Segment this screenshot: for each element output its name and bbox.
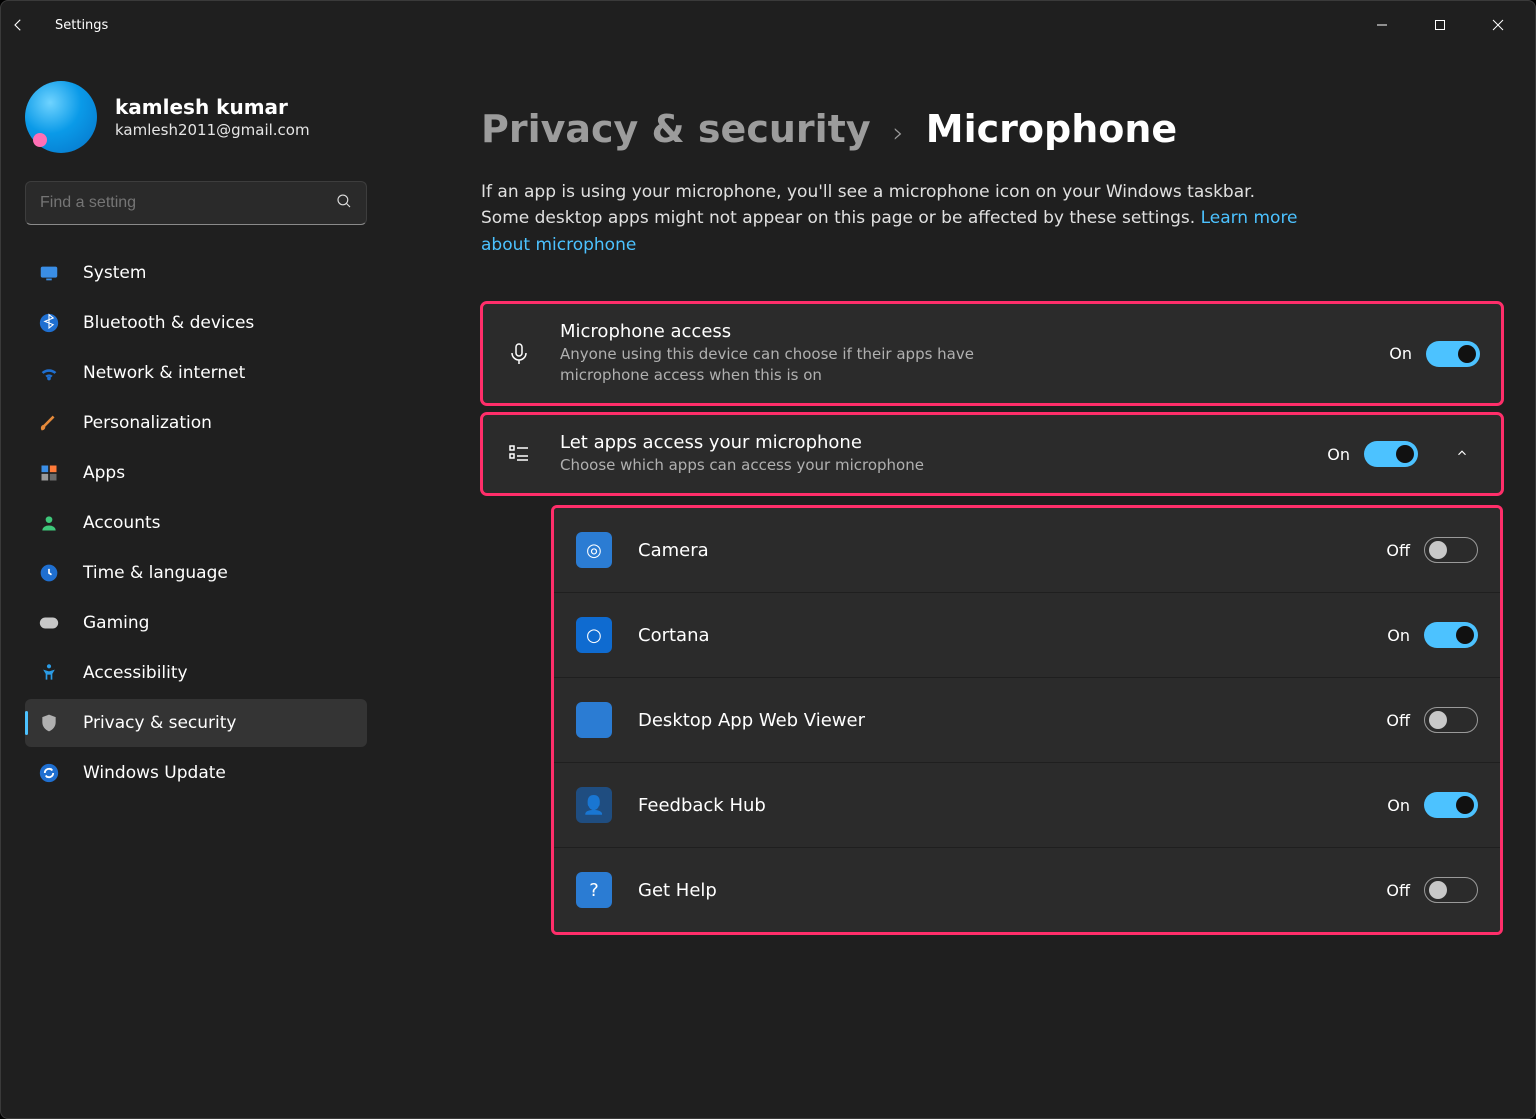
app-name: Camera [638, 540, 1360, 561]
minimize-button[interactable] [1353, 6, 1411, 44]
app-row-cortana: ○ Cortana On [554, 593, 1500, 678]
toggle-label: On [1387, 626, 1410, 645]
breadcrumb: Privacy & security › Microphone [481, 107, 1503, 151]
sidebar: kamlesh kumar kamlesh2011@gmail.com Syst… [1, 49, 391, 1118]
bluetooth-icon [37, 311, 61, 335]
search-box[interactable] [25, 181, 367, 225]
settings-cards: Microphone accessAnyone using this devic… [481, 302, 1503, 503]
settings-window: Settings kamlesh kumar kamlesh2011@gmail… [0, 0, 1536, 1119]
sidebar-item-apps[interactable]: Apps [25, 449, 367, 497]
sidebar-item-label: Accounts [83, 513, 161, 533]
app-name: Feedback Hub [638, 795, 1361, 816]
sidebar-item-personalization[interactable]: Personalization [25, 399, 367, 447]
user-profile[interactable]: kamlesh kumar kamlesh2011@gmail.com [25, 81, 367, 153]
card-subtitle: Anyone using this device can choose if t… [560, 344, 1000, 386]
sidebar-item-time-language[interactable]: Time & language [25, 549, 367, 597]
page-description: If an app is using your microphone, you'… [481, 179, 1301, 258]
brush-icon [37, 411, 61, 435]
search-input[interactable] [25, 181, 367, 225]
window-controls [1353, 6, 1527, 44]
app-row-desktop-app-web-viewer: Desktop App Web Viewer Off [554, 678, 1500, 763]
window-title: Settings [49, 18, 108, 33]
sidebar-item-accounts[interactable]: Accounts [25, 499, 367, 547]
toggle-app[interactable] [1424, 707, 1478, 733]
sidebar-item-label: Apps [83, 463, 125, 483]
sidebar-item-label: Bluetooth & devices [83, 313, 254, 333]
sidebar-item-label: Gaming [83, 613, 149, 633]
app-icon: ◎ [576, 532, 612, 568]
search-icon [335, 192, 353, 214]
sidebar-item-label: Personalization [83, 413, 212, 433]
toggle-label: Off [1386, 881, 1410, 900]
app-row-camera: ◎ Camera Off [554, 508, 1500, 593]
user-email: kamlesh2011@gmail.com [115, 121, 310, 139]
user-name: kamlesh kumar [115, 95, 310, 119]
toggle-label: On [1327, 445, 1350, 464]
refresh-icon [37, 761, 61, 785]
toggle-label: Off [1386, 541, 1410, 560]
sidebar-item-gaming[interactable]: Gaming [25, 599, 367, 647]
card-title: Let apps access your microphone [560, 432, 1301, 453]
toggle-label: On [1389, 344, 1412, 363]
titlebar: Settings [1, 1, 1535, 49]
monitor-icon [37, 261, 61, 285]
avatar [25, 81, 97, 153]
toggle-mic-access[interactable] [1426, 341, 1480, 367]
card-title: Microphone access [560, 321, 1363, 342]
sidebar-item-accessibility[interactable]: Accessibility [25, 649, 367, 697]
sidebar-item-label: Accessibility [83, 663, 188, 683]
toggle-label: Off [1386, 711, 1410, 730]
app-icon: ○ [576, 617, 612, 653]
sidebar-item-privacy-security[interactable]: Privacy & security [25, 699, 367, 747]
sidebar-item-bluetooth-devices[interactable]: Bluetooth & devices [25, 299, 367, 347]
setting-card-mic-access[interactable]: Microphone accessAnyone using this devic… [481, 302, 1503, 405]
app-icon: ? [576, 872, 612, 908]
sidebar-item-label: Windows Update [83, 763, 226, 783]
sidebar-item-label: Privacy & security [83, 713, 237, 733]
setting-card-let-apps[interactable]: Let apps access your microphoneChoose wh… [481, 413, 1503, 495]
toggle-app[interactable] [1424, 537, 1478, 563]
maximize-button[interactable] [1411, 6, 1469, 44]
shield-icon [37, 711, 61, 735]
toggle-app[interactable] [1424, 792, 1478, 818]
clock-icon [37, 561, 61, 585]
sidebar-item-network-internet[interactable]: Network & internet [25, 349, 367, 397]
chevron-up-icon[interactable] [1444, 445, 1480, 464]
card-subtitle: Choose which apps can access your microp… [560, 455, 1000, 476]
toggle-let-apps[interactable] [1364, 441, 1418, 467]
back-button[interactable] [9, 16, 49, 34]
gamepad-icon [37, 611, 61, 635]
breadcrumb-parent[interactable]: Privacy & security [481, 107, 871, 151]
wifi-icon [37, 361, 61, 385]
toggle-app[interactable] [1424, 622, 1478, 648]
sidebar-item-system[interactable]: System [25, 249, 367, 297]
app-name: Get Help [638, 880, 1360, 901]
grid-icon [37, 461, 61, 485]
person-icon [37, 511, 61, 535]
app-row-get-help: ? Get Help Off [554, 848, 1500, 932]
description-text: If an app is using your microphone, you'… [481, 182, 1255, 228]
app-name: Desktop App Web Viewer [638, 710, 1360, 731]
accessibility-icon [37, 661, 61, 685]
sidebar-item-label: Network & internet [83, 363, 245, 383]
sidebar-nav: System Bluetooth & devices Network & inter… [25, 249, 367, 797]
toggle-app[interactable] [1424, 877, 1478, 903]
app-row-feedback-hub: 👤 Feedback Hub On [554, 763, 1500, 848]
breadcrumb-current: Microphone [926, 107, 1177, 151]
app-icon: 👤 [576, 787, 612, 823]
close-button[interactable] [1469, 6, 1527, 44]
sidebar-item-label: System [83, 263, 146, 283]
main-content: Privacy & security › Microphone If an ap… [391, 49, 1535, 1118]
chevron-right-icon: › [893, 116, 904, 149]
sidebar-item-label: Time & language [83, 563, 228, 583]
toggle-label: On [1387, 796, 1410, 815]
list-icon [504, 442, 534, 466]
app-permissions-list: ◎ Camera Off ○ Cortana On Desktop App Web View… [551, 505, 1503, 935]
app-icon [576, 702, 612, 738]
sidebar-item-windows-update[interactable]: Windows Update [25, 749, 367, 797]
app-name: Cortana [638, 625, 1361, 646]
mic-icon [504, 342, 534, 366]
